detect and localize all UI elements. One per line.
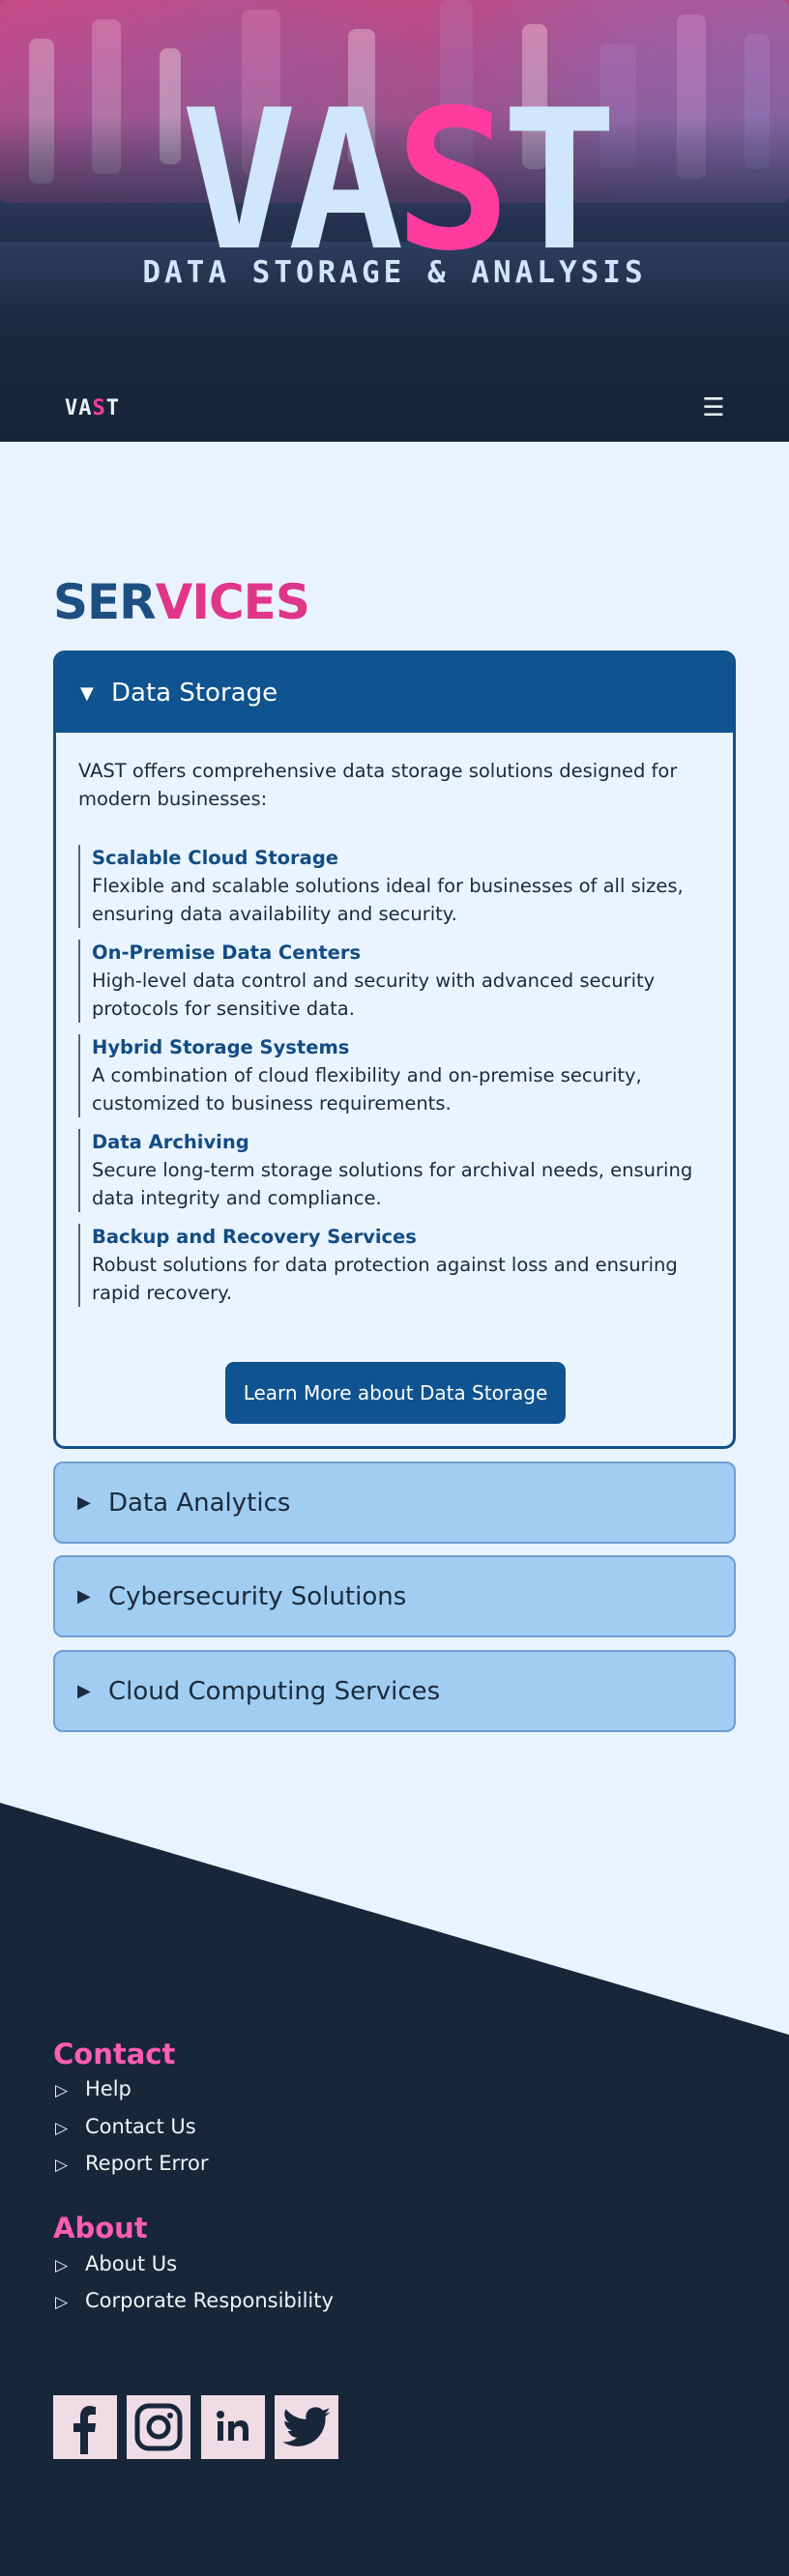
list-item-desc: A combination of cloud flexibility and o… xyxy=(92,1064,642,1114)
list-item-title: Data Archiving xyxy=(92,1131,249,1153)
accordion-title: Cloud Computing Services xyxy=(108,1676,441,1706)
nav-logo-accent: S xyxy=(92,396,106,420)
list-item-desc: Flexible and scalable solutions ideal fo… xyxy=(92,875,684,925)
list-item-title: Backup and Recovery Services xyxy=(92,1226,417,1248)
triangle-outline-right-icon: ▷ xyxy=(55,2293,69,2312)
list-item-desc: Secure long-term storage solutions for a… xyxy=(92,1159,693,1209)
services-heading-accent: VICES xyxy=(155,574,310,630)
linkedin-icon[interactable] xyxy=(201,2395,265,2459)
footer-link-corporate-responsibility[interactable]: ▷ Corporate Responsibility xyxy=(55,2289,334,2312)
footer-contact-heading: Contact xyxy=(53,2038,176,2070)
footer-link-label: Help xyxy=(85,2077,132,2100)
services-heading: SERVICES xyxy=(53,574,310,630)
triangle-outline-right-icon: ▷ xyxy=(55,2119,69,2138)
triangle-right-icon: ▶ xyxy=(77,1586,91,1606)
footer-about-heading: About xyxy=(53,2212,148,2244)
accordion-title: Data Storage xyxy=(111,679,278,708)
learn-more-button[interactable]: Learn More about Data Storage xyxy=(225,1362,566,1424)
list-item-title: Hybrid Storage Systems xyxy=(92,1036,350,1058)
footer-link-about-us[interactable]: ▷ About Us xyxy=(55,2252,177,2275)
triangle-outline-right-icon: ▷ xyxy=(55,2081,69,2100)
storage-services-list: Scalable Cloud Storage Flexible and scal… xyxy=(78,845,707,1318)
list-item-desc: Robust solutions for data protection aga… xyxy=(92,1254,678,1304)
nav-logo-link[interactable]: VAST xyxy=(65,396,120,420)
accordion-intro: VAST offers comprehensive data storage s… xyxy=(78,760,678,810)
accordion-data-storage: ▼ Data Storage VAST offers comprehensive… xyxy=(53,651,736,1449)
triangle-down-icon: ▼ xyxy=(80,682,94,704)
hamburger-menu-icon[interactable]: ☰ xyxy=(702,391,725,425)
footer-link-label: Corporate Responsibility xyxy=(85,2289,334,2312)
triangle-right-icon: ▶ xyxy=(77,1492,91,1513)
accordion-header-cybersecurity[interactable]: ▶ Cybersecurity Solutions xyxy=(53,1555,736,1637)
triangle-outline-right-icon: ▷ xyxy=(55,2156,69,2175)
nav-logo-part: T xyxy=(105,396,120,420)
accordion-header-data-analytics[interactable]: ▶ Data Analytics xyxy=(53,1462,736,1544)
list-item: Data Archiving Secure long-term storage … xyxy=(78,1129,707,1212)
footer-link-report-error[interactable]: ▷ Report Error xyxy=(55,2152,208,2175)
list-item-title: On-Premise Data Centers xyxy=(92,941,362,964)
footer-link-label: About Us xyxy=(85,2252,178,2275)
list-item-title: Scalable Cloud Storage xyxy=(92,847,339,869)
facebook-icon[interactable] xyxy=(53,2395,117,2459)
list-item-desc: High-level data control and security wit… xyxy=(92,970,656,1020)
list-item: Scalable Cloud Storage Flexible and scal… xyxy=(78,845,707,928)
triangle-right-icon: ▶ xyxy=(77,1681,91,1701)
hero-logo: VAST xyxy=(0,85,789,278)
footer-link-label: Contact Us xyxy=(85,2115,196,2138)
hero-tagline: DATA STORAGE & ANALYSIS xyxy=(142,255,647,290)
instagram-icon[interactable] xyxy=(127,2395,190,2459)
accordion-header-data-storage[interactable]: ▼ Data Storage xyxy=(56,653,733,733)
footer-link-help[interactable]: ▷ Help xyxy=(55,2077,132,2100)
list-item: Hybrid Storage Systems A combination of … xyxy=(78,1034,707,1117)
hero-banner: VAST DATA STORAGE & ANALYSIS VAST ☰ xyxy=(0,0,789,442)
nav-logo-part: VA xyxy=(65,396,93,420)
footer-link-label: Report Error xyxy=(85,2152,209,2175)
triangle-outline-right-icon: ▷ xyxy=(55,2256,69,2275)
twitter-icon[interactable] xyxy=(275,2395,338,2459)
list-item: Backup and Recovery Services Robust solu… xyxy=(78,1224,707,1307)
footer-link-contact-us[interactable]: ▷ Contact Us xyxy=(55,2115,196,2138)
accordion-title: Cybersecurity Solutions xyxy=(108,1581,407,1611)
services-heading-part: SER xyxy=(53,574,157,630)
accordion-title: Data Analytics xyxy=(108,1488,291,1518)
accordion-header-cloud-computing[interactable]: ▶ Cloud Computing Services xyxy=(53,1650,736,1732)
list-item: On-Premise Data Centers High-level data … xyxy=(78,940,707,1023)
footer-background xyxy=(0,1803,789,2576)
